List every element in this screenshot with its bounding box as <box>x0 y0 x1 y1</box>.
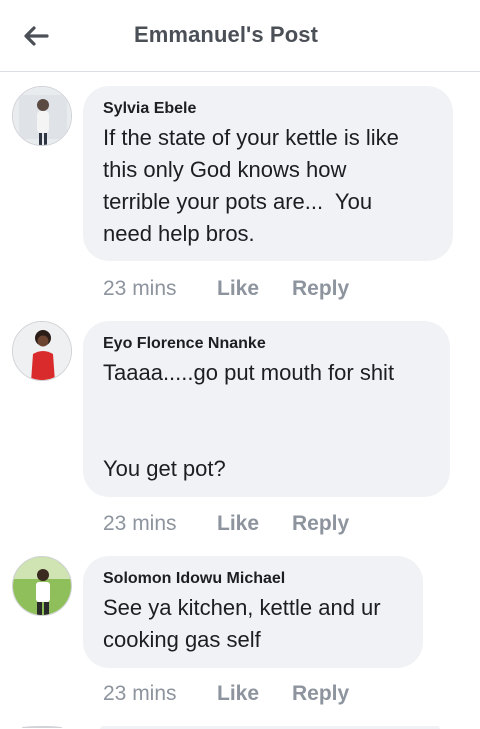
comment-bubble[interactable]: Sylvia Ebele If the state of your kettle… <box>83 86 453 261</box>
comment-bubble[interactable]: Solomon Idowu Michael See ya kitchen, ke… <box>83 556 423 668</box>
comment-actions: 23 mins Like Reply <box>103 277 349 301</box>
app-header: Emmanuel's Post <box>0 0 480 72</box>
comment-timestamp: 23 mins <box>103 512 177 535</box>
back-arrow-icon <box>24 26 49 46</box>
comment-author[interactable]: Solomon Idowu Michael <box>103 570 403 588</box>
reply-button[interactable]: Reply <box>292 512 349 536</box>
comment-text: See ya kitchen, kettle and ur cooking ga… <box>103 595 381 652</box>
reply-button[interactable]: Reply <box>292 277 349 301</box>
comment-actions: 23 mins Like Reply <box>103 682 349 706</box>
back-button[interactable] <box>16 18 56 54</box>
comment-author[interactable]: Eyo Florence Nnanke <box>103 335 430 353</box>
comment-bubble[interactable]: Eyo Florence Nnanke Taaaa.....go put mou… <box>83 321 450 497</box>
like-button[interactable]: Like <box>217 512 292 536</box>
comment-text: Taaaa.....go put mouth for shit You get … <box>103 360 395 481</box>
comment-actions: 23 mins Like Reply <box>103 512 349 536</box>
avatar[interactable] <box>12 86 72 146</box>
like-button[interactable]: Like <box>217 277 292 301</box>
comment-timestamp: 23 mins <box>103 277 177 300</box>
page-title: Emmanuel's Post <box>134 22 319 47</box>
comment-text: If the state of your kettle is like this… <box>103 125 399 246</box>
reply-button[interactable]: Reply <box>292 682 349 706</box>
comment-timestamp: 23 mins <box>103 682 177 705</box>
like-button[interactable]: Like <box>217 682 292 706</box>
avatar[interactable] <box>12 556 72 616</box>
avatar[interactable] <box>12 321 72 381</box>
comment-author[interactable]: Sylvia Ebele <box>103 100 433 118</box>
